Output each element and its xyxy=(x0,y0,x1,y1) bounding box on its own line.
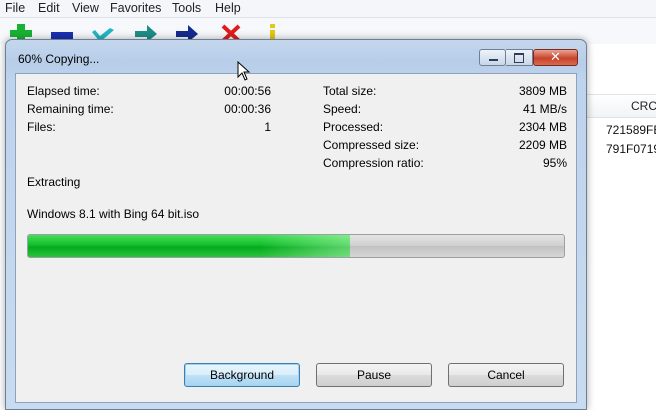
files-value: 1 xyxy=(264,120,271,134)
speed-value: 41 MB/s xyxy=(522,102,567,116)
copy-progress-dialog: 60% Copying... ✕ Elapsed time: 00:00:56 … xyxy=(5,39,587,410)
total-size-label: Total size: xyxy=(323,84,377,98)
remaining-time-label: Remaining time: xyxy=(27,102,114,116)
menu-help[interactable]: Help xyxy=(215,1,241,15)
mouse-cursor-icon xyxy=(237,61,251,81)
total-size-value: 3809 MB xyxy=(518,84,567,98)
dialog-titlebar[interactable]: 60% Copying... ✕ xyxy=(6,40,586,72)
minimize-icon xyxy=(489,59,498,61)
menu-tools[interactable]: Tools xyxy=(172,1,201,15)
column-header-crc[interactable]: CRC xyxy=(585,94,656,118)
dialog-content: Elapsed time: 00:00:56 Remaining time: 0… xyxy=(15,73,577,403)
menu-favorites[interactable]: Favorites xyxy=(110,1,161,15)
speed-label: Speed: xyxy=(323,102,362,116)
compression-ratio-value: 95% xyxy=(542,156,567,170)
pause-button[interactable]: Pause xyxy=(316,363,432,387)
close-icon: ✕ xyxy=(550,49,561,64)
maximize-icon xyxy=(514,53,524,63)
file-list xyxy=(585,92,656,409)
dialog-title: 60% Copying... xyxy=(18,52,100,66)
progress-bar xyxy=(27,234,565,258)
cancel-button[interactable]: Cancel xyxy=(448,363,564,387)
compressed-size-label: Compressed size: xyxy=(323,138,420,152)
processed-label: Processed: xyxy=(323,120,384,134)
compression-ratio-label: Compression ratio: xyxy=(323,156,424,170)
crc-cell[interactable]: 791F0719 xyxy=(606,142,656,156)
operation-status: Extracting xyxy=(27,175,81,189)
menu-edit[interactable]: Edit xyxy=(38,1,60,15)
background-button[interactable]: Background xyxy=(184,363,300,387)
current-file-name: Windows 8.1 with Bing 64 bit.iso xyxy=(27,207,200,221)
minimize-button[interactable] xyxy=(479,49,506,66)
menu-file[interactable]: File xyxy=(5,1,25,15)
elapsed-time-value: 00:00:56 xyxy=(224,84,271,98)
files-label: Files: xyxy=(27,120,56,134)
elapsed-time-label: Elapsed time: xyxy=(27,84,100,98)
maximize-button[interactable] xyxy=(506,49,533,66)
progress-bar-glow xyxy=(260,235,350,257)
close-button[interactable]: ✕ xyxy=(533,49,578,66)
menu-bar: File Edit View Favorites Tools Help xyxy=(0,0,656,18)
crc-cell[interactable]: 721589FB xyxy=(606,123,656,137)
column-header-label: CRC xyxy=(631,99,656,113)
menu-view[interactable]: View xyxy=(72,1,99,15)
remaining-time-value: 00:00:36 xyxy=(224,102,271,116)
processed-value: 2304 MB xyxy=(518,120,567,134)
compressed-size-value: 2209 MB xyxy=(518,138,567,152)
